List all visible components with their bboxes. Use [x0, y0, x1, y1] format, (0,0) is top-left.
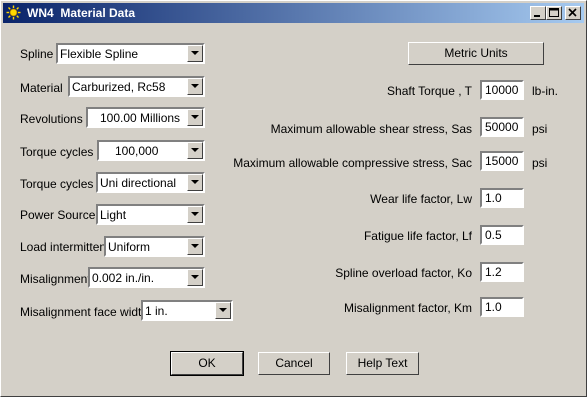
wear-life-label: Wear life factor, Lw — [370, 192, 472, 206]
chevron-down-icon — [191, 51, 199, 55]
material-data-window: WN4 Material Data Spline Flexible Spline… — [0, 0, 587, 397]
revolutions-select[interactable]: 100.00 Millions — [86, 107, 205, 128]
ok-button[interactable]: OK — [170, 351, 244, 376]
power-source-value: Light — [100, 208, 127, 222]
fatigue-life-label: Fatigue life factor, Lf — [363, 229, 472, 243]
misalignment-face-width-label: Misalignment face width — [20, 305, 149, 319]
dropdown-button[interactable] — [187, 78, 203, 95]
load-intermittent-select[interactable]: Uniform — [104, 236, 205, 257]
torque-cycles-direction-select[interactable]: Uni directional — [96, 172, 205, 193]
shaft-torque-unit: lb-in. — [532, 84, 559, 98]
cancel-button[interactable]: Cancel — [258, 352, 330, 375]
misalignment-value: 0.002 in./in. — [92, 271, 155, 285]
torque-cycles-count-select[interactable]: 100,000 — [97, 140, 205, 161]
overload-label: Spline overload factor, Ko — [335, 266, 472, 280]
shear-stress-input[interactable]: 50000 — [480, 117, 524, 137]
torque-cycles-direction-value: Uni directional — [100, 176, 177, 190]
shaft-torque-label: Shaft Torque , T — [387, 84, 472, 98]
dropdown-button[interactable] — [187, 206, 203, 223]
close-icon — [568, 8, 577, 17]
shear-stress-unit: psi — [532, 122, 548, 136]
dropdown-button[interactable] — [187, 142, 203, 159]
sun-icon — [6, 5, 21, 20]
revolutions-label: Revolutions — [20, 112, 83, 126]
load-intermittent-label: Load intermittent — [20, 240, 110, 254]
dropdown-button[interactable] — [215, 302, 231, 319]
power-source-label: Power Source — [20, 208, 96, 222]
load-intermittent-value: Uniform — [108, 240, 151, 254]
help-text-button[interactable]: Help Text — [346, 352, 419, 375]
torque-cycles-count-value: 100,000 — [115, 144, 159, 158]
minimize-button[interactable] — [530, 6, 546, 20]
chevron-down-icon — [191, 84, 199, 88]
chevron-down-icon — [191, 148, 199, 152]
minimize-icon — [534, 15, 540, 17]
chevron-down-icon — [191, 180, 199, 184]
maximize-icon — [549, 8, 559, 17]
material-value: Carburized, Rc58 — [72, 80, 166, 94]
torque-cycles-label: Torque cycles — [20, 145, 94, 159]
spline-value: Flexible Spline — [60, 47, 139, 61]
metric-units-button[interactable]: Metric Units — [408, 42, 544, 65]
dropdown-button[interactable] — [187, 269, 203, 286]
misalignment-factor-label: Misalignment factor, Km — [343, 301, 472, 315]
dropdown-button[interactable] — [187, 45, 203, 62]
maximize-button[interactable] — [546, 6, 562, 20]
dropdown-button[interactable] — [187, 174, 203, 191]
title-bar: WN4 Material Data — [3, 3, 584, 23]
spline-select[interactable]: Flexible Spline — [56, 43, 205, 64]
dropdown-button[interactable] — [187, 109, 203, 126]
overload-input[interactable]: 1.2 — [480, 262, 524, 282]
chevron-down-icon — [191, 212, 199, 216]
wear-life-input[interactable]: 1.0 — [480, 188, 524, 208]
close-button[interactable] — [565, 6, 581, 20]
torque-cycles-direction-label: Torque cycles — [20, 177, 94, 191]
window-title: WN4 Material Data — [27, 6, 136, 20]
material-label: Material — [20, 81, 63, 95]
chevron-down-icon — [191, 244, 199, 248]
misalignment-face-width-value: 1 in. — [145, 304, 168, 318]
fatigue-life-input[interactable]: 0.5 — [480, 225, 524, 245]
chevron-down-icon — [191, 115, 199, 119]
chevron-down-icon — [191, 275, 199, 279]
misalignment-factor-input[interactable]: 1.0 — [480, 297, 524, 317]
shear-stress-label: Maximum allowable shear stress, Sas — [270, 122, 472, 136]
compressive-stress-label: Maximum allowable compressive stress, Sa… — [233, 156, 472, 170]
material-select[interactable]: Carburized, Rc58 — [68, 76, 205, 97]
dropdown-button[interactable] — [187, 238, 203, 255]
compressive-stress-input[interactable]: 15000 — [480, 151, 524, 171]
shaft-torque-input[interactable]: 10000 — [480, 80, 524, 100]
compressive-stress-unit: psi — [532, 156, 548, 170]
misalignment-select[interactable]: 0.002 in./in. — [88, 267, 205, 288]
misalignment-label: Misalignment — [20, 272, 91, 286]
chevron-down-icon — [219, 308, 227, 312]
misalignment-face-width-select[interactable]: 1 in. — [141, 300, 233, 321]
power-source-select[interactable]: Light — [96, 204, 205, 225]
spline-label: Spline — [20, 47, 54, 61]
revolutions-value: 100.00 Millions — [100, 111, 181, 125]
